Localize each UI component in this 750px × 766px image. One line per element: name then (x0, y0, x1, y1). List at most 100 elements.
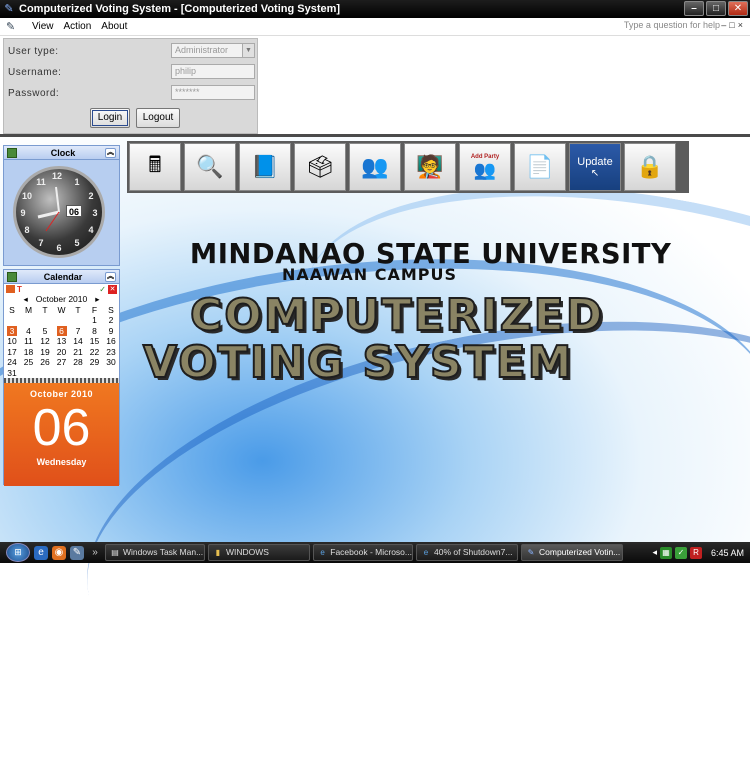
calendar-day[interactable]: 24 (7, 357, 17, 368)
calendar-day (73, 368, 83, 379)
notepad-icon[interactable]: ✎ (70, 545, 84, 560)
main-toolbar: 🖩 🔍 📘 🗳 👥 🧑‍🏫 Add Party 👥 📄 Update ↖ 🔒 (127, 141, 689, 193)
calendar-day[interactable]: 7 (73, 326, 83, 337)
task-item[interactable]: ▮ WINDOWS (208, 544, 310, 561)
window-title: Computerized Voting System - [Computeriz… (19, 3, 341, 15)
collapse-icon[interactable]: ︽ (105, 147, 116, 158)
calendar-day[interactable]: 26 (40, 357, 50, 368)
calendar-day[interactable]: 12 (40, 336, 50, 347)
month-label: October 2010 (35, 294, 88, 304)
firefox-icon[interactable]: ◉ (52, 545, 66, 560)
username-field[interactable]: philip (171, 64, 255, 79)
big-date-card: October 2010 06 Wednesday (4, 383, 119, 486)
more-icon[interactable]: » (88, 546, 102, 560)
calendar-icon[interactable] (6, 285, 15, 293)
calendar-day[interactable]: 5 (40, 326, 50, 337)
system-tray: ◂ ▦ ✓ R 6:45 AM (652, 542, 750, 563)
calendar-day[interactable]: 1 (90, 315, 100, 326)
logout-button[interactable]: Logout (136, 108, 180, 128)
cursor-icon: ↖ (590, 167, 600, 179)
close-icon[interactable]: ✕ (108, 284, 117, 294)
menu-about[interactable]: About (101, 21, 127, 32)
calendar-day[interactable]: 18 (24, 347, 34, 358)
calendar-day[interactable]: 6 (56, 325, 67, 336)
calendar-day[interactable]: 13 (57, 336, 67, 347)
weekday-label: S (108, 304, 114, 315)
menu-action[interactable]: Action (64, 21, 92, 32)
add-party-label: Add Party (470, 153, 500, 160)
antivirus-icon[interactable]: R (689, 546, 702, 559)
calendar-day[interactable]: 8 (90, 326, 100, 337)
password-label: Password: (8, 87, 60, 99)
network-icon[interactable]: ▦ (659, 546, 672, 559)
check-icon[interactable]: ✓ (99, 285, 106, 294)
collapse-icon[interactable]: ︽ (105, 271, 116, 282)
book-icon[interactable]: 📘 (239, 143, 291, 191)
calendar-day[interactable]: 9 (106, 326, 116, 337)
menu-view[interactable]: View (32, 21, 54, 32)
task-item[interactable]: e 40% of Shutdown7... (416, 544, 518, 561)
task-item[interactable]: ▤ Windows Task Man... (105, 544, 205, 561)
login-button[interactable]: Login (90, 108, 130, 128)
calendar-day[interactable]: 20 (57, 347, 67, 358)
calendar-day[interactable]: 21 (73, 347, 83, 358)
password-field[interactable]: ******* (171, 85, 255, 100)
calendar-day[interactable]: 16 (106, 336, 116, 347)
chevron-down-icon[interactable]: ▼ (242, 44, 254, 57)
clock-widget: Clock ︽ 12 1 2 3 4 5 6 7 8 9 10 11 06 (3, 145, 120, 266)
calendar-day[interactable]: 17 (7, 347, 17, 358)
lock-icon[interactable]: 🔒 (624, 143, 676, 191)
calculator-icon[interactable]: 🖩 (129, 143, 181, 191)
add-party-button[interactable]: Add Party 👥 (459, 143, 511, 191)
calendar-day[interactable]: 10 (7, 336, 17, 347)
calendar-day[interactable]: 25 (24, 357, 34, 368)
ballot-board-icon[interactable]: 🗳 (294, 143, 346, 191)
minimize-icon[interactable]: – (684, 1, 704, 16)
close-icon[interactable]: ✕ (728, 1, 748, 16)
calendar-day[interactable]: 3 (7, 325, 17, 336)
calendar-day[interactable]: 22 (90, 347, 100, 358)
calendar-day[interactable]: 29 (90, 357, 100, 368)
calendar-day[interactable]: 19 (40, 347, 50, 358)
presenter-icon[interactable]: 🧑‍🏫 (404, 143, 456, 191)
campus-heading: NAAWAN CAMPUS (282, 265, 457, 284)
calendar-day[interactable]: 15 (90, 336, 100, 347)
task-label: Facebook - Microso... (330, 547, 412, 557)
calendar-day[interactable]: 27 (57, 357, 67, 368)
start-button[interactable]: ⊞ (6, 543, 30, 562)
calendar-day[interactable]: 2 (106, 315, 116, 326)
title-bar: ✎ Computerized Voting System - [Computer… (0, 0, 750, 18)
task-item[interactable]: e Facebook - Microso... (313, 544, 413, 561)
next-month-icon[interactable]: ▸ (95, 294, 99, 305)
today-icon[interactable]: T (17, 285, 22, 294)
update-button[interactable]: Update ↖ (569, 143, 621, 191)
calendar-day (90, 368, 100, 379)
task-label: Computerized Votin... (539, 547, 621, 557)
maximize-icon[interactable]: □ (706, 1, 726, 16)
task-item-active[interactable]: ✎ Computerized Votin... (521, 544, 623, 561)
week-row: 24 25 26 27 28 29 30 (7, 357, 116, 368)
ie-icon[interactable]: e (34, 545, 48, 560)
calendar-day[interactable]: 11 (24, 336, 34, 347)
calendar-day[interactable]: 28 (73, 357, 83, 368)
user-type-select[interactable]: Administrator ▼ (171, 43, 255, 58)
mdi-child-icon[interactable]: ✎ (6, 20, 22, 33)
calendar-day[interactable]: 4 (24, 326, 34, 337)
prev-month-icon[interactable]: ◂ (23, 294, 27, 305)
clock-time[interactable]: 6:45 AM (711, 548, 744, 558)
calendar-day[interactable]: 30 (106, 357, 116, 368)
search-folder-icon[interactable]: 🔍 (184, 143, 236, 191)
month-nav: ◂ October 2010 ▸ (7, 294, 116, 305)
calendar-day[interactable]: 14 (73, 336, 83, 347)
calendar-day[interactable]: 23 (106, 347, 116, 358)
users-icon[interactable]: 👥 (349, 143, 401, 191)
help-search-box[interactable]: Type a question for help (624, 20, 720, 30)
mdi-controls[interactable]: –□× (721, 20, 746, 30)
weekday-row: SMTWTFS (7, 305, 116, 316)
documents-icon[interactable]: 📄 (514, 143, 566, 191)
shield-icon[interactable]: ✓ (674, 546, 687, 559)
calendar-day (24, 368, 34, 379)
calendar-day[interactable]: 31 (7, 368, 17, 379)
tray-expand-icon[interactable]: ◂ (652, 547, 657, 558)
month-grid: ◂ October 2010 ▸ SMTWTFS 1 2 3 4 5 6 7 8 9 10 11 12… (4, 294, 119, 378)
